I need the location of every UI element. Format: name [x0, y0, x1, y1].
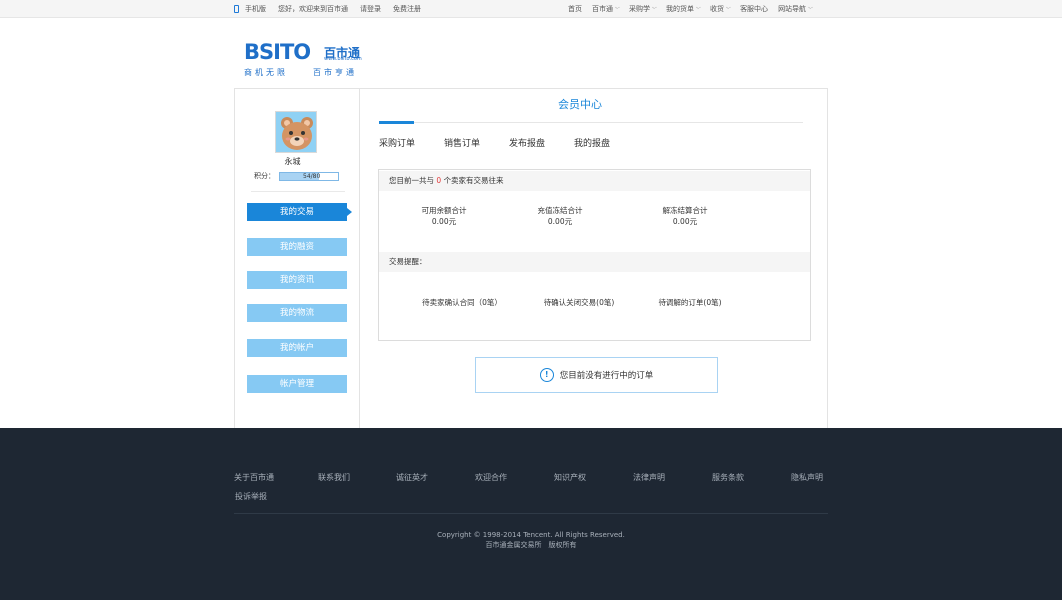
trade-summary-panel: 您目前一共与 0 个卖家有交易往来 可用余额合计 0.00元 充值冻结合计 0.00…	[378, 169, 811, 341]
trade-count: 0	[436, 176, 442, 185]
divider	[251, 191, 345, 192]
footer-link-ip[interactable]: 知识产权	[554, 472, 586, 483]
no-orders-notice: ! 您目前没有进行中的订单	[475, 357, 718, 393]
points-value: 54/80	[303, 172, 321, 180]
footer-links: 关于百市通 联系我们 诚征英才 欢迎合作 知识产权 法律声明 服务条款 隐私声明…	[234, 472, 828, 501]
mobile-link[interactable]: 手机版	[234, 4, 266, 14]
notice-text: 您目前没有进行中的订单	[559, 371, 654, 381]
title-divider	[379, 121, 803, 124]
service-link[interactable]: 客服中心	[740, 4, 768, 14]
footer-link-legal[interactable]: 法律声明	[633, 472, 665, 483]
chevron-down-icon: ﹀	[807, 7, 813, 13]
copyright: Copyright © 1998-2014 Tencent. All Right…	[437, 531, 625, 549]
reminder-pending-contract[interactable]: 待卖家确认合同（0笔）	[407, 297, 517, 308]
login-link[interactable]: 请登录	[360, 4, 381, 14]
points-label: 积分：	[254, 172, 275, 180]
sidebar-item-account-management[interactable]: 帐户管理	[247, 375, 347, 393]
reminder-pending-mediation[interactable]: 待调解的订单(0笔)	[635, 297, 745, 308]
footer-link-careers[interactable]: 诚征英才	[396, 472, 428, 483]
site-logo[interactable]: BSITO 百市通 www.bsito.com 商机无限 百市亨通	[244, 41, 374, 77]
logo-brand: BSITO	[244, 40, 311, 64]
home-link[interactable]: 首页	[568, 4, 582, 14]
tab-sales-orders[interactable]: 销售订单	[444, 136, 480, 149]
info-icon: !	[539, 368, 554, 382]
footer-link-terms[interactable]: 服务条款	[712, 472, 744, 483]
sidebar-item-my-finance[interactable]: 我的融资	[247, 238, 347, 256]
tab-my-offers[interactable]: 我的报盘	[574, 136, 610, 149]
footer-link-report[interactable]: 投诉举报	[235, 491, 267, 502]
tab-publish-offer[interactable]: 发布报盘	[509, 136, 545, 149]
sidebar-item-my-trade[interactable]: 我的交易	[247, 203, 352, 221]
footer-link-contact[interactable]: 联系我们	[318, 472, 350, 483]
register-link[interactable]: 免费注册	[393, 4, 421, 14]
logo-slogan-right: 百市亨通	[313, 68, 357, 77]
reminder-header: 交易提醒：	[379, 252, 810, 272]
footer-link-privacy[interactable]: 隐私声明	[791, 472, 823, 483]
page-title: 会员中心	[558, 98, 602, 111]
my-list-menu[interactable]: 我的货单﹀	[666, 4, 700, 14]
chevron-down-icon: ﹀	[695, 7, 701, 13]
points-progress-bar: 54/80	[279, 171, 339, 181]
phone-icon	[234, 5, 239, 13]
username: 永城	[284, 157, 301, 166]
chevron-down-icon: ﹀	[614, 7, 620, 13]
favorites-menu[interactable]: 收货﹀	[710, 4, 730, 14]
tabs: 采购订单 销售订单 发布报盘 我的报盘	[379, 136, 639, 149]
logo-url: www.bsito.com	[324, 56, 362, 62]
site-nav-menu[interactable]: 网站导航﹀	[778, 4, 812, 14]
avatar[interactable]	[275, 111, 317, 153]
sidebar-item-my-news[interactable]: 我的资讯	[247, 271, 347, 289]
sidebar: 永城 积分： 54/80 我的交易 我的融资 我的资讯 我的物流 我的帐户 帐户…	[235, 89, 360, 429]
points: 积分： 54/80	[254, 171, 339, 181]
stat-available-balance: 可用余额合计 0.00元	[421, 206, 467, 226]
chevron-down-icon: ﹀	[725, 7, 731, 13]
stat-settled-unfrozen: 解冻结算合计 0.00元	[662, 206, 708, 226]
footer-link-cooperation[interactable]: 欢迎合作	[475, 472, 507, 483]
top-bar: 手机版 您好，欢迎来到百市通 请登录 免费注册 首页 百市通﹀ 采购学﹀ 我的货…	[0, 0, 1062, 18]
footer-link-about[interactable]: 关于百市通	[234, 472, 274, 483]
sidebar-item-my-account[interactable]: 我的帐户	[247, 339, 347, 357]
footer: 关于百市通 联系我们 诚征英才 欢迎合作 知识产权 法律声明 服务条款 隐私声明…	[0, 428, 1062, 600]
stat-frozen-recharge: 充值冻结合计 0.00元	[537, 206, 583, 226]
logo-slogan-left: 商机无限	[244, 68, 288, 77]
bear-avatar-icon	[276, 112, 316, 152]
reminder-pending-close[interactable]: 待确认关闭交易(0笔)	[524, 297, 634, 308]
welcome-text: 您好，欢迎来到百市通	[278, 5, 348, 13]
tab-accent	[379, 121, 414, 124]
trade-summary-header: 您目前一共与 0 个卖家有交易往来	[379, 171, 810, 191]
sidebar-item-my-logistics[interactable]: 我的物流	[247, 304, 347, 322]
chevron-down-icon: ﹀	[651, 7, 657, 13]
bsito-menu[interactable]: 百市通﹀	[592, 4, 619, 14]
tab-purchase-orders[interactable]: 采购订单	[379, 136, 415, 149]
purchase-menu[interactable]: 采购学﹀	[629, 4, 656, 14]
footer-divider	[234, 513, 828, 514]
